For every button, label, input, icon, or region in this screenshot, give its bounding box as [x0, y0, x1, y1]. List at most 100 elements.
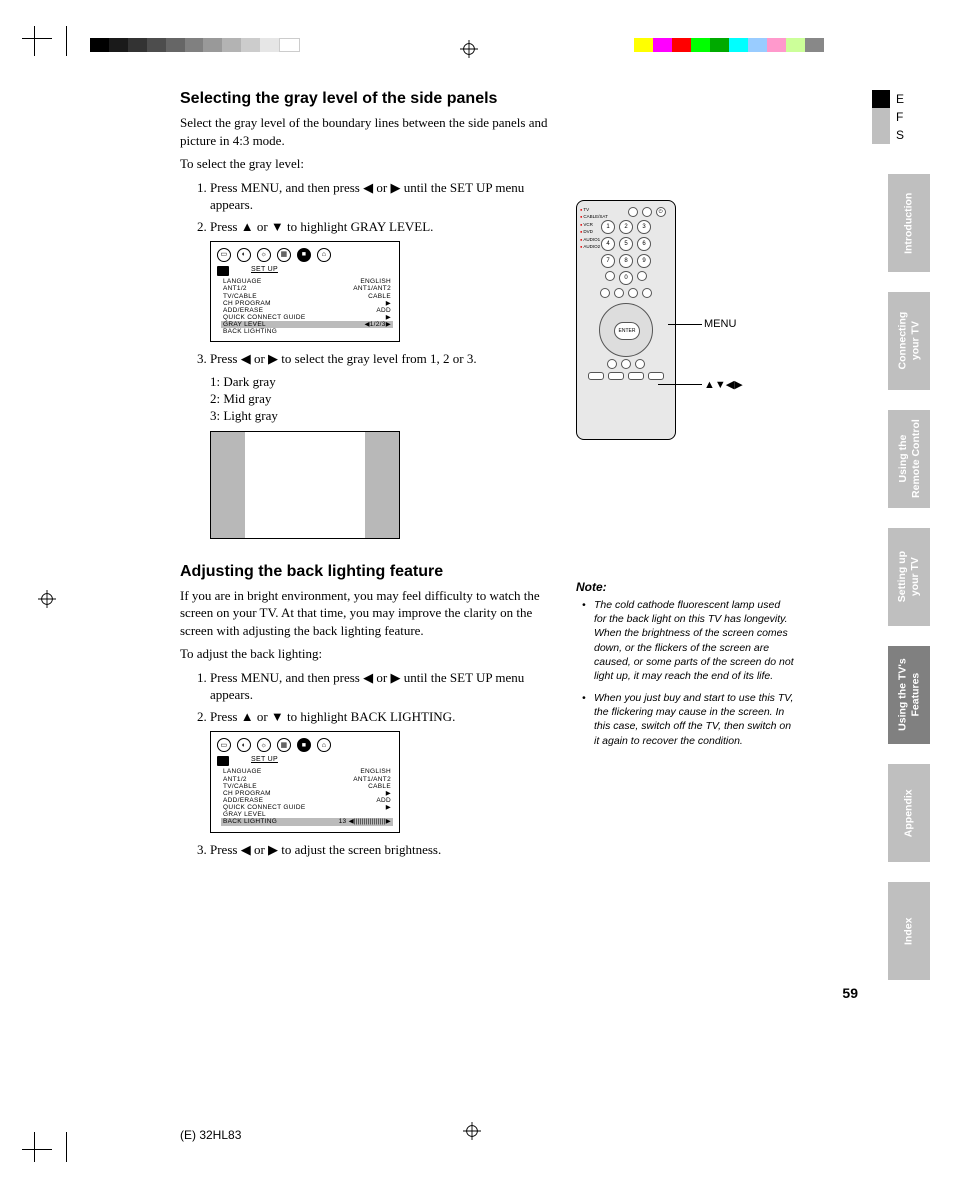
remote-button: 5 [619, 237, 633, 251]
osd-row: ANT1/2ANT1/ANT2 [221, 285, 393, 292]
footer-model: (E) 32HL83 [180, 1128, 241, 1142]
remote-button [628, 288, 638, 298]
osd-title: SET UP [251, 266, 278, 274]
right-arrow-icon: ▶ [268, 351, 278, 366]
osd-row: GRAY LEVEL◀1/2/3▶ [221, 321, 393, 328]
osd-tab-icon: ◐ [237, 738, 251, 752]
remote-button: 6 [637, 237, 651, 251]
print-colorbar-color [634, 38, 824, 52]
lang-s: S [896, 128, 904, 142]
osd-row: ANT1/2ANT1/ANT2 [221, 776, 393, 783]
gray-option-3: 3: Light gray [210, 408, 568, 425]
right-arrow-icon: ▶ [390, 180, 400, 195]
remote-button [621, 359, 631, 369]
crop-mark [34, 1132, 35, 1162]
crop-mark [66, 1132, 67, 1162]
remote-button [607, 359, 617, 369]
remote-mode-label: AUDIO2 [580, 243, 608, 250]
osd-setup-back-lighting: ▭ ◐ ☼ ▦ ■ ⌂ SET UP LANGUAGEENGLISHANT1/2… [210, 731, 400, 832]
gray-option-2: 2: Mid gray [210, 391, 568, 408]
remote-button [648, 372, 664, 380]
osd-tab-icon: ■ [297, 248, 311, 262]
crop-mark [34, 26, 35, 56]
callout-line [658, 384, 702, 385]
osd-row: LANGUAGEENGLISH [221, 278, 393, 285]
remote-button [588, 372, 604, 380]
osd-tab-icon: ☼ [257, 738, 271, 752]
osd-title: SET UP [251, 756, 278, 764]
remote-mode-label: TV [580, 206, 608, 213]
remote-button: 9 [637, 254, 651, 268]
lang-f: F [896, 110, 903, 124]
remote-mode-label: CABLE/SAT [580, 213, 608, 220]
right-arrow-icon: ▶ [390, 670, 400, 685]
power-icon: ⏻ [656, 207, 666, 217]
tv-icon [217, 266, 229, 276]
osd-row: TV/CABLECABLE [221, 293, 393, 300]
right-arrow-icon: ▶ [268, 842, 278, 857]
osd-row: ADD/ERASEADD [221, 307, 393, 314]
osd-row: QUICK CONNECT GUIDE▶ [221, 314, 393, 321]
step-b2: Press ▲ or ▼ to highlight BACK LIGHTING. [210, 708, 568, 726]
registration-mark [463, 1122, 481, 1140]
note-item: The cold cathode fluorescent lamp used f… [586, 598, 794, 683]
registration-mark [460, 40, 478, 58]
up-arrow-icon: ▲ [241, 219, 254, 234]
lang-e: E [896, 92, 904, 106]
remote-button [600, 288, 610, 298]
osd-tab-icon: ■ [297, 738, 311, 752]
page-number: 59 [842, 985, 858, 1001]
gray-panel-preview [210, 431, 400, 539]
note-item: When you just buy and start to use this … [586, 691, 794, 748]
osd-row: BACK LIGHTING13 ◀||||||||||||||||▶ [221, 818, 393, 825]
remote-button [635, 359, 645, 369]
osd-row: GRAY LEVEL [221, 811, 393, 818]
remote-button [642, 207, 652, 217]
remote-button [637, 271, 647, 281]
osd-setup-gray-level: ▭ ◐ ☼ ▦ ■ ⌂ SET UP LANGUAGEENGLISHANT1/2… [210, 241, 400, 342]
osd-row: TV/CABLECABLE [221, 783, 393, 790]
section-tab: Using the TV'sFeatures [888, 646, 930, 744]
crop-mark [22, 38, 52, 39]
remote-button: 3 [637, 220, 651, 234]
osd-row: QUICK CONNECT GUIDE▶ [221, 804, 393, 811]
osd-row: BACK LIGHTING [221, 328, 393, 335]
remote-button [628, 207, 638, 217]
intro-back-lighting-2: To adjust the back lighting: [180, 645, 568, 663]
remote-illustration: TVCABLE/SATVCRDVDAUDIO1AUDIO2 ⏻ 123 456 … [576, 200, 696, 440]
section-tab: Appendix [888, 764, 930, 862]
remote-button [614, 288, 624, 298]
registration-mark [38, 590, 56, 608]
remote-button: 2 [619, 220, 633, 234]
heading-gray-level: Selecting the gray level of the side pan… [180, 90, 568, 108]
down-arrow-icon: ▼ [271, 219, 284, 234]
remote-dpad: ENTER [599, 303, 653, 357]
note-block: Note: The cold cathode fluorescent lamp … [576, 580, 794, 756]
osd-row: CH PROGRAM▶ [221, 300, 393, 307]
section-tab: Connectingyour TV [888, 292, 930, 390]
gray-option-1: 1: Dark gray [210, 374, 568, 391]
osd-tab-icon: ▭ [217, 248, 231, 262]
callout-menu: MENU [704, 318, 736, 330]
remote-enter-button: ENTER [614, 322, 640, 340]
heading-back-lighting: Adjusting the back lighting feature [180, 563, 568, 581]
left-arrow-icon: ◀ [241, 351, 251, 366]
intro-gray-level: Select the gray level of the boundary li… [180, 114, 568, 149]
osd-tab-icon: ⌂ [317, 248, 331, 262]
section-tab: Setting upyour TV [888, 528, 930, 626]
tv-icon [217, 756, 229, 766]
osd-row: CH PROGRAM▶ [221, 790, 393, 797]
intro-gray-level-2: To select the gray level: [180, 155, 568, 173]
remote-button: 0 [619, 271, 633, 285]
osd-tab-icon: ◐ [237, 248, 251, 262]
remote-button [608, 372, 624, 380]
note-title: Note: [576, 580, 794, 594]
step-3: Press ◀ or ▶ to select the gray level fr… [210, 350, 568, 368]
down-arrow-icon: ▼ [271, 709, 284, 724]
osd-tab-icon: ⌂ [317, 738, 331, 752]
remote-button [642, 288, 652, 298]
step-b1: Press MENU, and then press ◀ or ▶ until … [210, 669, 568, 704]
callout-line [668, 324, 702, 325]
remote-button: 7 [601, 254, 615, 268]
section-tab: Using theRemote Control [888, 410, 930, 508]
